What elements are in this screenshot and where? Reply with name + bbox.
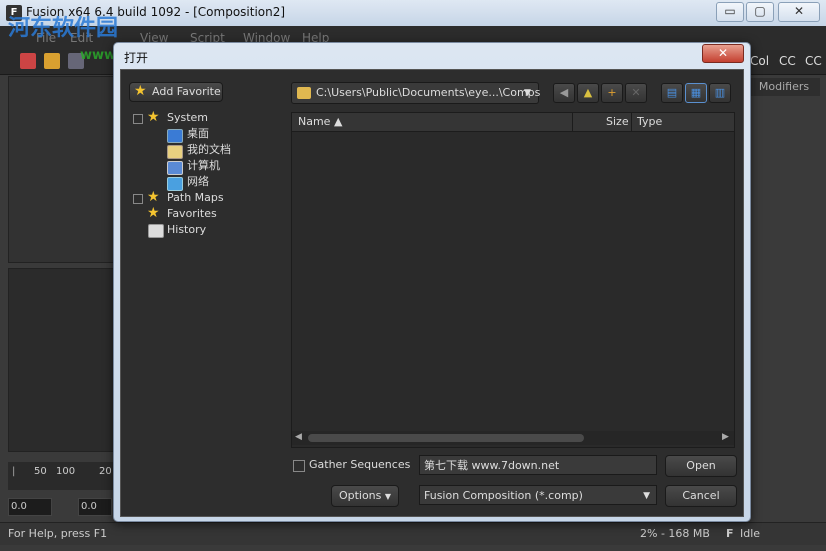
details-view-button[interactable]: ▦: [685, 83, 707, 103]
status-help-text: For Help, press F1: [8, 527, 108, 540]
ruler-marker: |: [12, 466, 16, 477]
file-list-header: Name ▲ Size Type: [292, 113, 734, 132]
maximize-button[interactable]: ▢: [746, 2, 774, 22]
gather-sequences-checkbox[interactable]: [293, 460, 305, 472]
filetype-text: Fusion Composition (*.comp): [424, 489, 583, 502]
delete-button[interactable]: ✕: [625, 83, 647, 103]
options-button[interactable]: Options ▼: [331, 485, 399, 507]
chevron-down-icon: ▼: [643, 491, 650, 501]
close-button[interactable]: ✕: [778, 2, 820, 22]
path-dropdown[interactable]: C:\Users\Public\Documents\eye...\Comps ▼: [291, 82, 541, 104]
watermark-brand: 河东软件园: [8, 15, 119, 41]
network-icon: [167, 177, 183, 191]
status-logo: F: [726, 527, 734, 540]
filename-input[interactable]: 第七下载 www.7down.net: [419, 455, 657, 475]
tree-item-desktop[interactable]: 桌面: [187, 126, 209, 142]
toolbar-cc-button-2[interactable]: CC: [805, 54, 822, 68]
calendar-icon: [148, 224, 164, 238]
tree-item-computer[interactable]: 计算机: [187, 158, 220, 174]
expand-system-toggle[interactable]: [133, 114, 143, 124]
scrollbar-thumb[interactable]: [308, 434, 584, 442]
toolbar-new-icon[interactable]: [20, 53, 36, 69]
scroll-right-icon[interactable]: ▶: [722, 432, 729, 442]
add-favorite-button[interactable]: ★ Add Favorite: [129, 82, 223, 102]
desktop-icon: [167, 129, 183, 143]
tree-item-history[interactable]: History: [167, 222, 206, 238]
scroll-left-icon[interactable]: ◀: [295, 432, 302, 442]
filetype-dropdown[interactable]: Fusion Composition (*.comp) ▼: [419, 485, 657, 505]
column-size[interactable]: Size: [606, 115, 629, 128]
tree-item-system[interactable]: System: [167, 110, 208, 126]
chevron-down-icon: ▼: [524, 88, 531, 98]
status-bar: For Help, press F1 2% - 168 MB F Idle: [0, 522, 826, 545]
back-button[interactable]: ◀: [553, 83, 575, 103]
status-memory: 2% - 168 MB: [640, 527, 710, 540]
expand-pathmaps-toggle[interactable]: [133, 194, 143, 204]
window-titlebar: F Fusion x64 6.4 build 1092 - [Compositi…: [0, 0, 826, 26]
add-favorite-label: Add Favorite: [152, 85, 221, 98]
computer-icon: [167, 161, 183, 175]
add-star-icon: ★: [134, 83, 147, 99]
time-ruler[interactable]: | 50 100 20: [8, 462, 113, 490]
render-start-field[interactable]: 0.0: [8, 498, 52, 516]
star-icon: ★: [147, 189, 160, 205]
toolbar-col-button[interactable]: Col: [750, 54, 769, 68]
column-type[interactable]: Type: [637, 115, 662, 128]
tree-item-path-maps[interactable]: Path Maps: [167, 190, 224, 206]
list-view-button[interactable]: ▤: [661, 83, 683, 103]
flow-panel: [8, 268, 115, 452]
star-icon: ★: [147, 205, 160, 221]
path-text: C:\Users\Public\Documents\eye...\Comps: [316, 86, 541, 99]
open-button[interactable]: Open: [665, 455, 737, 477]
toolbar-open-icon[interactable]: [44, 53, 60, 69]
dialog-title: 打开: [124, 51, 149, 65]
star-icon: ★: [147, 109, 160, 125]
viewer-panel: [8, 76, 115, 263]
ruler-tick: 50: [34, 466, 47, 477]
minimize-button[interactable]: ▭: [716, 2, 744, 22]
cancel-button[interactable]: Cancel: [665, 485, 737, 507]
tree-item-network[interactable]: 网络: [187, 174, 209, 190]
tree-item-documents[interactable]: 我的文档: [187, 142, 231, 158]
tab-modifiers[interactable]: Modifiers: [748, 78, 820, 96]
render-end-field[interactable]: 0.0: [78, 498, 112, 516]
options-label: Options: [338, 489, 382, 502]
ruler-tick: 20: [99, 466, 112, 477]
toolbar-cc-button[interactable]: CC: [779, 54, 796, 68]
dialog-body: ★ Add Favorite ★ System 桌面 我的文档 计算机 网络 ★…: [120, 69, 744, 517]
open-dialog: 打开 ✕ ★ Add Favorite ★ System 桌面 我的文档 计算机…: [113, 42, 751, 522]
documents-icon: [167, 145, 183, 159]
ruler-tick: 100: [56, 466, 76, 477]
horizontal-scrollbar[interactable]: ◀ ▶: [292, 431, 734, 445]
file-list[interactable]: Name ▲ Size Type ◀ ▶: [291, 112, 735, 448]
gather-sequences-label: Gather Sequences: [309, 458, 411, 471]
folder-icon: [297, 87, 311, 99]
column-separator[interactable]: [631, 113, 632, 131]
column-name[interactable]: Name ▲: [298, 115, 342, 128]
up-folder-button[interactable]: ▲: [577, 83, 599, 103]
status-state: Idle: [740, 527, 761, 540]
column-separator[interactable]: [572, 113, 573, 131]
tree-item-favorites[interactable]: Favorites: [167, 206, 217, 222]
new-folder-button[interactable]: +: [601, 83, 623, 103]
preview-view-button[interactable]: ▥: [709, 83, 731, 103]
chevron-down-icon: ▼: [384, 492, 392, 501]
dialog-close-button[interactable]: ✕: [702, 44, 744, 63]
